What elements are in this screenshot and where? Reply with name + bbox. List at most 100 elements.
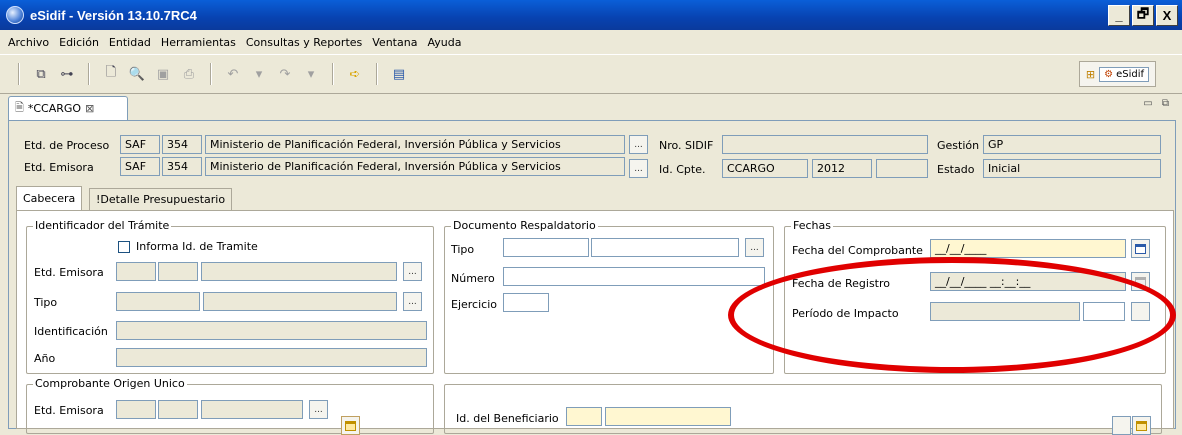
tramite-etd-saf[interactable] [116,262,156,281]
dropdown-icon[interactable]: ▾ [250,65,268,83]
open-perspective-icon[interactable]: ⊞ [1086,68,1095,81]
menu-consultas-reportes[interactable]: Consultas y Reportes [244,36,364,49]
anio-field[interactable] [116,348,427,367]
identificacion-label: Identificación [34,325,108,338]
close-button[interactable]: X [1156,5,1178,26]
beneficiario-name[interactable] [605,407,731,426]
etd-emisora-name[interactable]: Ministerio de Planificación Federal, Inv… [205,157,625,176]
tramite-etd-emisora-label: Etd. Emisora [34,266,104,279]
menu-archivo[interactable]: Archivo [6,36,51,49]
toolbar-separator [376,63,378,85]
informa-id-checkbox[interactable] [118,241,130,253]
etd-emisora-lookup-button[interactable]: ... [629,159,648,178]
forward-icon[interactable]: ↷ [276,65,294,83]
beneficiario-group [444,384,1162,434]
doc-numero-field[interactable] [503,267,765,286]
arrow-icon[interactable]: ➪ [346,65,364,83]
etd-proceso-name[interactable]: Ministerio de Planificación Federal, Inv… [205,135,625,154]
tramite-tipo-label: Tipo [34,296,58,309]
view-controls[interactable]: ▭ ⧉ [1143,98,1172,109]
id-cpte-year[interactable]: 2012 [812,159,872,178]
tree-icon[interactable]: ⊶ [58,65,76,83]
periodo-impacto-input[interactable] [1083,302,1125,321]
origen-etd-saf[interactable] [116,400,156,419]
minimize-button[interactable]: _ [1108,5,1130,26]
etd-emisora-saf[interactable]: SAF [120,157,160,176]
tramite-etd-code[interactable] [158,262,198,281]
doc-numero-label: Número [451,272,495,285]
nro-sidif-label: Nro. SIDIF [659,139,714,152]
editor-tab[interactable]: 🗎 *CCARGO ⊠ [8,96,128,120]
nro-sidif-field[interactable] [722,135,928,154]
identificador-legend: Identificador del Trámite [33,219,172,232]
estado-label: Estado [937,163,975,176]
tramite-etd-name[interactable] [201,262,397,281]
fecha-comprobante-field[interactable]: __/__/____ [930,239,1126,258]
menu-herramientas[interactable]: Herramientas [159,36,238,49]
gestion-field[interactable]: GP [983,135,1161,154]
perspective-esidif[interactable]: ⚙ eSidif [1099,66,1149,82]
informa-id-label: Informa Id. de Tramite [136,240,258,253]
menu-ayuda[interactable]: Ayuda [425,36,463,49]
origen-etd-code[interactable] [158,400,198,419]
toolbar: ⧉ ⊶ 🗋 🔍 ▣ ⎙ ↶ ▾ ↷ ▾ ➪ ▤ [0,54,1182,94]
periodo-impacto-label: Período de Impacto [792,307,899,320]
back-icon[interactable]: ↶ [224,65,242,83]
tab-detalle-presupuestario[interactable]: !Detalle Presupuestario [89,188,233,210]
toolbar-separator [88,63,90,85]
tramite-tipo-lookup-button[interactable]: ... [403,292,422,311]
origen-legend: Comprobante Origen Unico [33,377,187,390]
beneficiario-lookup-button[interactable] [1112,416,1131,435]
tramite-etd-lookup-button[interactable]: ... [403,262,422,281]
doc-tipo-lookup-button[interactable]: ... [745,238,764,257]
calendar-icon[interactable] [1131,239,1150,258]
close-tab-icon[interactable]: ⊠ [85,102,94,115]
window-title: eSidif - Versión 13.10.7RC4 [30,7,197,23]
menu-bar: Archivo Edición Entidad Herramientas Con… [0,31,1182,53]
restore-icon[interactable]: ⧉ [32,65,50,83]
search-icon[interactable]: 🔍 [128,65,146,83]
calendar-icon[interactable] [1131,272,1150,291]
doc-ejercicio-field[interactable] [503,293,549,312]
etd-proceso-code[interactable]: 354 [162,135,202,154]
etd-proceso-saf[interactable]: SAF [120,135,160,154]
id-cpte-label: Id. Cpte. [659,163,706,176]
folder-icon[interactable] [341,416,360,435]
menu-ventana[interactable]: Ventana [370,36,419,49]
toolbar-separator [332,63,334,85]
report-icon[interactable]: ▤ [390,65,408,83]
id-cpte-type[interactable]: CCARGO [722,159,808,178]
doc-tipo-code[interactable] [503,238,589,257]
new-document-icon[interactable]: 🗋 [102,65,120,83]
estado-field[interactable]: Inicial [983,159,1161,178]
dropdown-icon[interactable]: ▾ [302,65,320,83]
origen-etd-name[interactable] [201,400,303,419]
save-icon[interactable]: ▣ [154,65,172,83]
tab-cabecera[interactable]: Cabecera [16,186,83,210]
document-icon: 🗎 [15,101,24,114]
perspective-label: eSidif [1116,68,1144,80]
fecha-registro-field[interactable]: __/__/____ __:__:__ [930,272,1126,291]
title-bar: eSidif - Versión 13.10.7RC4 _ 🗗 X [0,0,1182,30]
print-icon[interactable]: ⎙ [180,65,198,83]
menu-entidad[interactable]: Entidad [107,36,153,49]
menu-edicion[interactable]: Edición [57,36,101,49]
gestion-label: Gestión [937,139,980,152]
doc-ejercicio-label: Ejercicio [451,298,497,311]
doc-tipo-name[interactable] [591,238,739,257]
identificacion-field[interactable] [116,321,427,340]
maximize-button[interactable]: 🗗 [1132,5,1154,26]
toolbar-separator [210,63,212,85]
beneficiario-code[interactable] [566,407,602,426]
tramite-tipo-code[interactable] [116,292,200,311]
editor-tab-label: *CCARGO [27,102,82,115]
id-cpte-number[interactable] [876,159,928,178]
folder-icon[interactable] [1132,416,1151,435]
tramite-tipo-name[interactable] [203,292,397,311]
etd-proceso-lookup-button[interactable]: ... [629,135,648,154]
etd-emisora-code[interactable]: 354 [162,157,202,176]
origen-etd-lookup-button[interactable]: ... [309,400,328,419]
periodo-impacto-field[interactable] [930,302,1080,321]
periodo-lookup-button[interactable] [1131,302,1150,321]
toolbar-separator [18,63,20,85]
